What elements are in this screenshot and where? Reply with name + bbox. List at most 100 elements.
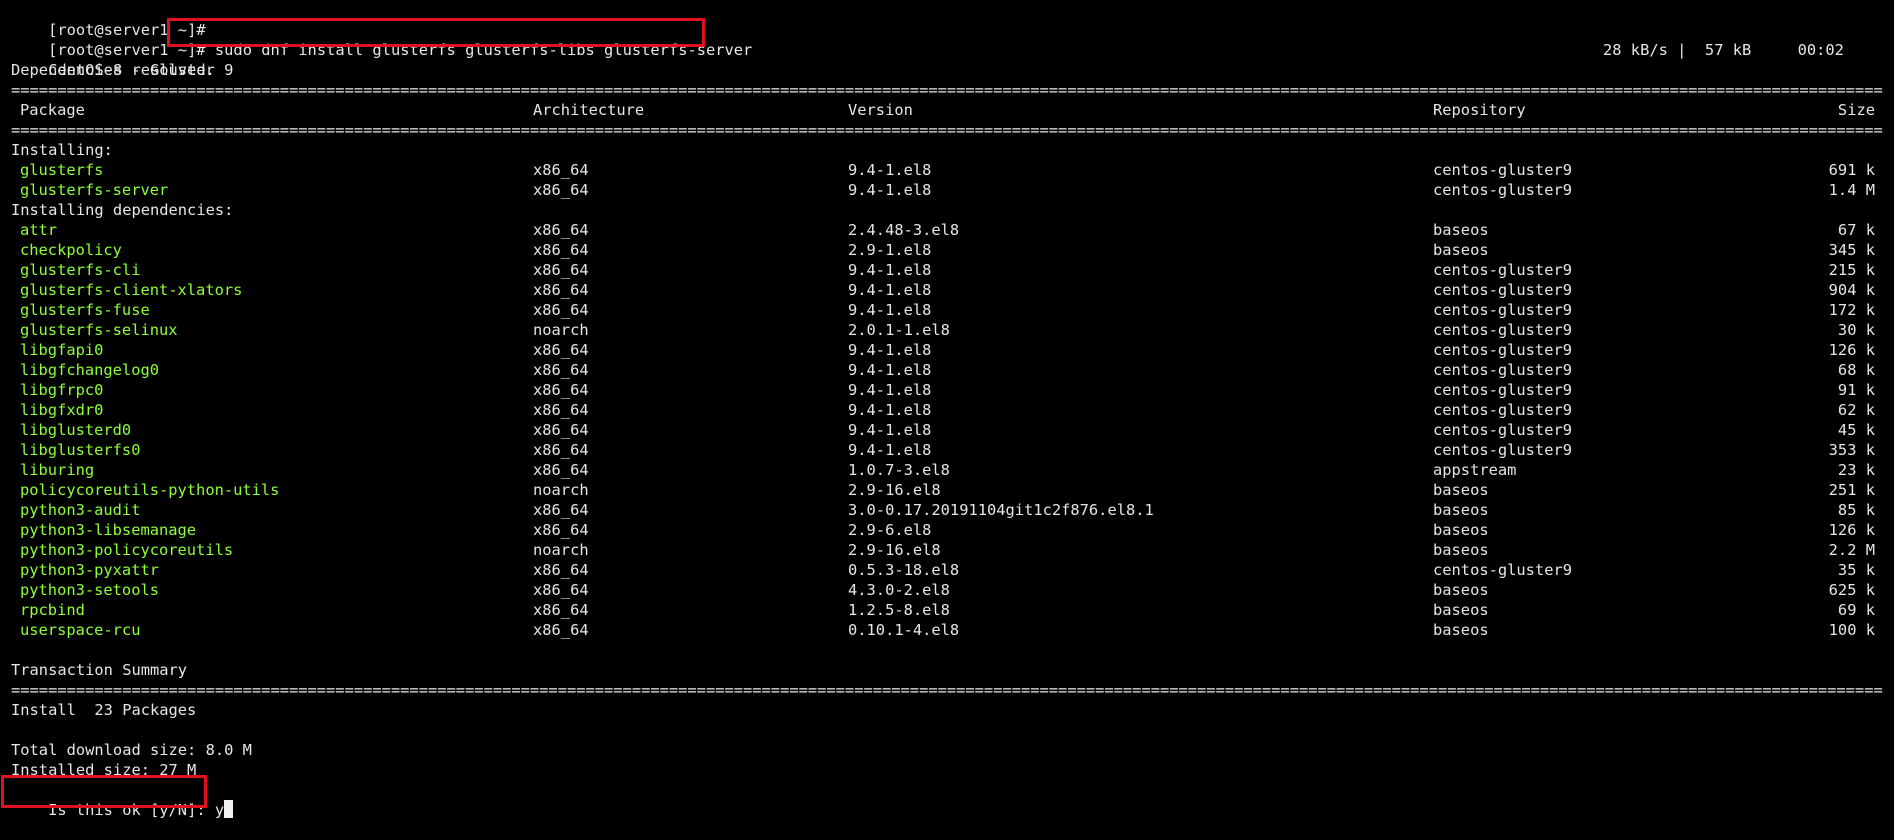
package-arch: x86_64 (533, 261, 589, 279)
package-arch: x86_64 (533, 281, 589, 299)
package-repo: centos-gluster9 (1433, 441, 1572, 459)
package-name: libglusterfs0 (20, 441, 141, 459)
package-size: 1.4 M (1828, 181, 1875, 199)
package-version: 2.9-1.el8 (848, 241, 932, 259)
installing-header: Installing: (11, 141, 113, 159)
package-size: 35 k (1837, 561, 1875, 579)
package-arch: x86_64 (533, 461, 589, 479)
installing-deps-header: Installing dependencies: (11, 201, 234, 219)
prompt-line-1: [root@server1 ~]# (11, 0, 206, 39)
table-row: libglusterfs0 x86_64 9.4-1.el8 centos-glust… (11, 440, 1883, 460)
package-size: 62 k (1837, 401, 1875, 419)
header-repository: Repository (1433, 101, 1526, 119)
package-name: glusterfs-cli (20, 261, 141, 279)
package-size: 30 k (1837, 321, 1875, 339)
package-size: 67 k (1837, 221, 1875, 239)
package-repo: centos-gluster9 (1433, 341, 1572, 359)
package-repo: centos-gluster9 (1433, 301, 1572, 319)
dependencies-resolved: Dependencies resolved. (11, 61, 215, 79)
package-version: 0.10.1-4.el8 (848, 621, 960, 639)
package-arch: x86_64 (533, 181, 589, 199)
package-version: 9.4-1.el8 (848, 281, 932, 299)
table-row: glusterfs x86_64 9.4-1.el8 centos-gluster9 6… (11, 160, 1883, 180)
package-repo: baseos (1433, 481, 1489, 499)
table-row: attr x86_64 2.4.48-3.el8 baseos 67 k (11, 220, 1883, 240)
package-size: 85 k (1837, 501, 1875, 519)
package-size: 625 k (1828, 581, 1875, 599)
package-size: 691 k (1828, 161, 1875, 179)
terminal-window[interactable]: [root@server1 ~]# [root@server1 ~]# sudo… (0, 0, 1894, 819)
package-size: 23 k (1837, 461, 1875, 479)
package-arch: x86_64 (533, 301, 589, 319)
separator-summary: ========================================… (11, 681, 1883, 699)
package-version: 9.4-1.el8 (848, 441, 932, 459)
table-row: python3-setools x86_64 4.3.0-2.el8 baseos 62… (11, 580, 1883, 600)
package-arch: x86_64 (533, 221, 589, 239)
package-repo: baseos (1433, 541, 1489, 559)
package-version: 9.4-1.el8 (848, 381, 932, 399)
package-size: 172 k (1828, 301, 1875, 319)
table-row: glusterfs-selinux noarch 2.0.1-1.el8 centos… (11, 320, 1883, 340)
package-arch: x86_64 (533, 401, 589, 419)
package-name: glusterfs-fuse (20, 301, 150, 319)
package-size: 68 k (1837, 361, 1875, 379)
package-arch: x86_64 (533, 161, 589, 179)
package-arch: x86_64 (533, 621, 589, 639)
package-name: glusterfs (20, 161, 104, 179)
package-name: python3-policycoreutils (20, 541, 234, 559)
package-repo: baseos (1433, 521, 1489, 539)
package-repo: baseos (1433, 601, 1489, 619)
package-version: 9.4-1.el8 (848, 301, 932, 319)
package-size: 251 k (1828, 481, 1875, 499)
package-version: 9.4-1.el8 (848, 341, 932, 359)
package-size: 353 k (1828, 441, 1875, 459)
table-row: glusterfs-cli x86_64 9.4-1.el8 centos-glust… (11, 260, 1883, 280)
package-version: 2.0.1-1.el8 (848, 321, 950, 339)
package-name: libgfchangelog0 (20, 361, 159, 379)
package-name: userspace-rcu (20, 621, 141, 639)
table-row: policycoreutils-python-utils noarch 2.9-16… (11, 480, 1883, 500)
package-repo: appstream (1433, 461, 1517, 479)
table-row: libgfapi0 x86_64 9.4-1.el8 centos-gluster9 1… (11, 340, 1883, 360)
package-name: libgfxdr0 (20, 401, 104, 419)
package-arch: x86_64 (533, 381, 589, 399)
package-name: glusterfs-client-xlators (20, 281, 243, 299)
download-stats: 28 kB/s | 57 kB 00:02 (1603, 41, 1844, 59)
table-row: python3-policycoreutils noarch 2.9-16.el8 b… (11, 540, 1883, 560)
package-name: liburing (20, 461, 95, 479)
package-version: 3.0-0.17.20191104git1c2f876.el8.1 (848, 501, 1154, 519)
package-repo: baseos (1433, 501, 1489, 519)
package-name: python3-pyxattr (20, 561, 159, 579)
package-version: 4.3.0-2.el8 (848, 581, 950, 599)
header-version: Version (848, 101, 913, 119)
package-version: 2.4.48-3.el8 (848, 221, 960, 239)
package-repo: baseos (1433, 221, 1489, 239)
table-row: glusterfs-server x86_64 9.4-1.el8 centos-gl… (11, 180, 1883, 200)
package-version: 9.4-1.el8 (848, 181, 932, 199)
package-arch: x86_64 (533, 501, 589, 519)
confirm-answer[interactable]: y (215, 801, 224, 819)
package-version: 9.4-1.el8 (848, 261, 932, 279)
transaction-summary: Transaction Summary (11, 661, 188, 679)
package-arch: x86_64 (533, 521, 589, 539)
package-repo: centos-gluster9 (1433, 561, 1572, 579)
table-row: python3-pyxattr x86_64 0.5.3-18.el8 centos-… (11, 560, 1883, 580)
package-size: 91 k (1837, 381, 1875, 399)
package-name: python3-libsemanage (20, 521, 197, 539)
package-arch: x86_64 (533, 561, 589, 579)
header-package: Package (20, 101, 85, 119)
repo-metadata-line: CentOS-8 - Gluster 9 28 kB/s | 57 kB 00:… (11, 40, 1883, 79)
package-name: libglusterd0 (20, 421, 132, 439)
package-repo: centos-gluster9 (1433, 281, 1572, 299)
package-arch: x86_64 (533, 581, 589, 599)
package-repo: centos-gluster9 (1433, 361, 1572, 379)
package-repo: centos-gluster9 (1433, 421, 1572, 439)
package-size: 126 k (1828, 521, 1875, 539)
package-arch: x86_64 (533, 361, 589, 379)
package-size: 45 k (1837, 421, 1875, 439)
package-repo: baseos (1433, 581, 1489, 599)
package-name: libgfapi0 (20, 341, 104, 359)
package-name: python3-audit (20, 501, 141, 519)
text-cursor (224, 800, 234, 818)
package-repo: centos-gluster9 (1433, 161, 1572, 179)
